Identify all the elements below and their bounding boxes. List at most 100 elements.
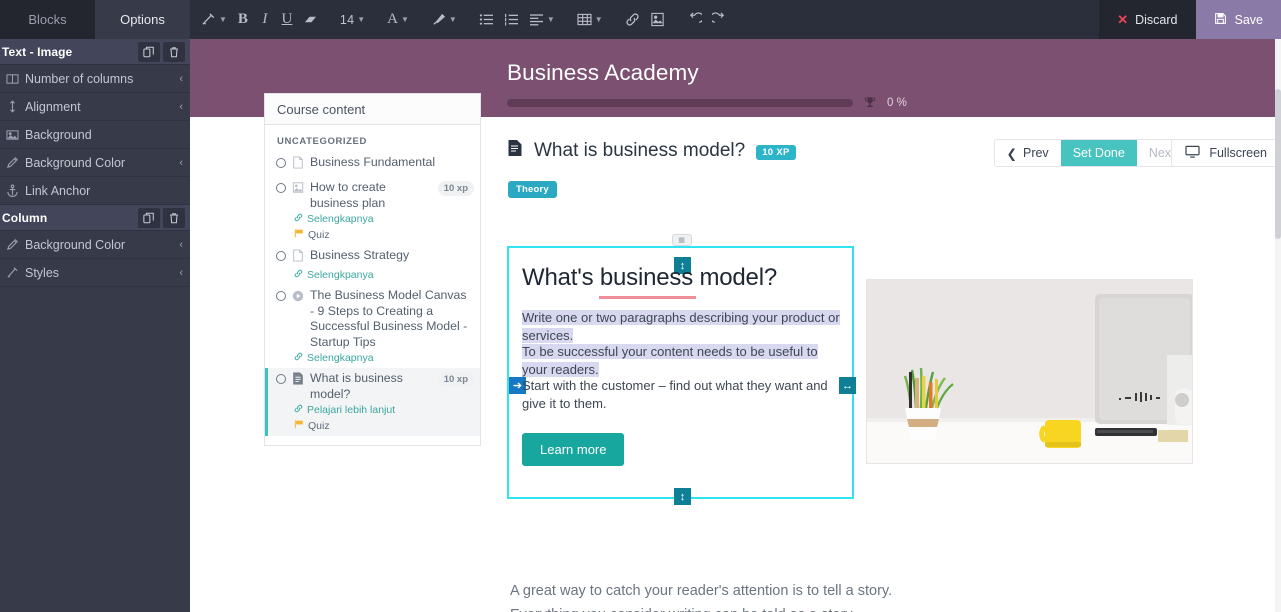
eyedropper-icon (6, 238, 23, 251)
tab-blocks[interactable]: Blocks (0, 0, 95, 39)
link-button[interactable] (620, 0, 645, 39)
sidebar-group-title: Column (2, 210, 48, 225)
delete-icon[interactable] (163, 41, 185, 62)
lesson-header: What is business model? 10 XP ❮ Prev Set… (507, 139, 1281, 167)
list-item-quiz[interactable]: Quiz (265, 226, 474, 242)
block-paragraph-1[interactable]: Write one or two paragraphs describing y… (522, 309, 842, 344)
completion-circle-icon[interactable] (276, 291, 286, 301)
prev-button[interactable]: ❮ Prev (995, 140, 1061, 166)
sidebar-item-styles[interactable]: Styles ‹ (0, 259, 190, 287)
underline-button[interactable]: U (276, 0, 298, 39)
list-item[interactable]: Business Strategy Selengkpanya (265, 245, 480, 285)
block-paragraph-2[interactable]: To be successful your content needs to b… (522, 343, 842, 378)
block-heading[interactable]: What's business model? (522, 264, 777, 292)
chevron-left-icon: ‹ (179, 156, 183, 169)
selected-text: Write one or two paragraphs describing y… (522, 310, 840, 343)
discard-button[interactable]: ✕ Discard (1099, 0, 1196, 39)
magic-wand-icon (6, 266, 23, 279)
sidebar-item-background-color[interactable]: Background Color ‹ (0, 149, 190, 177)
list-item-sublink[interactable]: Pelajari lebih lanjut (268, 402, 474, 417)
monitor-icon (1185, 145, 1200, 161)
italic-button[interactable]: I (254, 0, 276, 39)
highlight-color-button[interactable]: ▼ (426, 0, 462, 39)
top-toolbar: Blocks Options ▼ B I U 14 ▼ A ▼ ▼ ▼ ▼ ✕ … (0, 0, 1281, 39)
completion-circle-icon[interactable] (276, 251, 286, 261)
sidebar-item-label: Number of columns (25, 71, 134, 86)
completion-circle-icon[interactable] (276, 158, 286, 168)
chevron-down-icon: ▼ (546, 15, 555, 24)
numbered-list-button[interactable] (499, 0, 524, 39)
table-button[interactable]: ▼ (572, 0, 608, 39)
toolbar-actions: ✕ Discard Save (1099, 0, 1281, 39)
clear-format-eraser-button[interactable] (298, 0, 323, 39)
sublink-label: Selengkpanya (307, 269, 374, 281)
chevron-left-icon: ‹ (179, 100, 183, 113)
block-paragraph-3[interactable]: Start with the customer – find out what … (522, 377, 842, 412)
save-button[interactable]: Save (1195, 0, 1281, 39)
quiz-label: Quiz (308, 419, 330, 432)
list-item-sublink[interactable]: Selengkpanya (265, 267, 474, 282)
course-content-header: Course content (265, 94, 480, 125)
trophy-icon (864, 96, 876, 109)
xp-badge: 10 xp (437, 181, 474, 196)
desk-photo[interactable] (866, 279, 1193, 464)
sidebar-item-alignment[interactable]: Alignment ‹ (0, 93, 190, 121)
list-item-label: How to create business plan (310, 180, 386, 210)
chevron-down-icon: ▼ (219, 15, 227, 24)
list-item-active[interactable]: What is business model? 10 xp Pelajari l… (265, 368, 480, 436)
duplicate-icon[interactable] (138, 41, 160, 62)
sidebar-item-background[interactable]: Background (0, 121, 190, 149)
list-item-sublink[interactable]: Selengkapnya (265, 350, 474, 365)
bold-button[interactable]: B (232, 0, 254, 39)
undo-button[interactable] (682, 0, 707, 39)
options-sidebar: Text - Image Number of columns ‹ Alignme… (0, 39, 190, 612)
list-item-quiz[interactable]: Quiz (268, 417, 474, 433)
tab-options[interactable]: Options (95, 0, 190, 39)
sidebar-group-header-column: Column (0, 205, 190, 231)
fullscreen-button[interactable]: Fullscreen (1171, 139, 1281, 167)
completion-circle-icon[interactable] (276, 374, 286, 384)
close-icon: ✕ (1117, 11, 1129, 27)
list-item-sublink[interactable]: Selengkapnya (265, 211, 474, 226)
list-item[interactable]: Business Fundamental (265, 152, 480, 177)
delete-icon[interactable] (163, 207, 185, 228)
link-icon (294, 269, 303, 281)
completion-circle-icon[interactable] (276, 183, 286, 193)
style-wand-button[interactable]: ▼ (196, 0, 232, 39)
set-done-button[interactable]: Set Done (1060, 140, 1137, 166)
redo-button[interactable] (707, 0, 732, 39)
insert-image-button[interactable] (645, 0, 670, 39)
page-scrollbar[interactable] (1275, 39, 1281, 612)
bullet-list-button[interactable] (474, 0, 499, 39)
resize-handle-bottom-icon[interactable]: ↕ (674, 488, 691, 505)
text-color-button[interactable]: A ▼ (382, 0, 414, 39)
duplicate-icon[interactable] (138, 207, 160, 228)
sidebar-item-number-of-columns[interactable]: Number of columns ‹ (0, 65, 190, 93)
align-button[interactable]: ▼ (524, 0, 560, 39)
link-icon (294, 352, 303, 364)
sidebar-item-label: Background Color (25, 237, 126, 252)
learn-more-button[interactable]: Learn more (522, 433, 625, 466)
sidebar-item-column-background-color[interactable]: Background Color ‹ (0, 231, 190, 259)
pdf-icon (292, 156, 305, 174)
pdf-icon (292, 249, 305, 267)
font-size-select[interactable]: 14 ▼ (335, 0, 370, 39)
story-paragraph[interactable]: A great way to catch your reader's atten… (510, 579, 1150, 612)
tab-blocks-label: Blocks (28, 12, 67, 27)
progress-bar-track (507, 98, 853, 107)
image-doc-icon (292, 181, 305, 199)
quiz-label: Quiz (308, 228, 330, 241)
sidebar-item-link-anchor[interactable]: Link Anchor (0, 177, 190, 205)
chevron-down-icon: ▼ (594, 15, 603, 24)
scrollbar-thumb[interactable] (1275, 89, 1281, 239)
course-editor-app: Blocks Options ▼ B I U 14 ▼ A ▼ ▼ ▼ ▼ ✕ … (0, 0, 1281, 612)
list-item[interactable]: The Business Model Canvas - 9 Steps to C… (265, 285, 480, 368)
formatting-tools: ▼ B I U 14 ▼ A ▼ ▼ ▼ ▼ (190, 0, 1099, 39)
document-icon (292, 372, 305, 390)
sublink-label: Pelajari lebih lanjut (307, 404, 396, 416)
block-drag-handle[interactable]: ▦ (672, 234, 692, 246)
vertical-align-icon (6, 100, 23, 113)
list-item[interactable]: How to create business plan 10 xp Seleng… (265, 177, 480, 245)
link-icon (294, 213, 303, 225)
editable-text-image-block[interactable]: ▦ ↕ ➔ ↔ ↕ What's business model? Write o… (507, 234, 856, 505)
